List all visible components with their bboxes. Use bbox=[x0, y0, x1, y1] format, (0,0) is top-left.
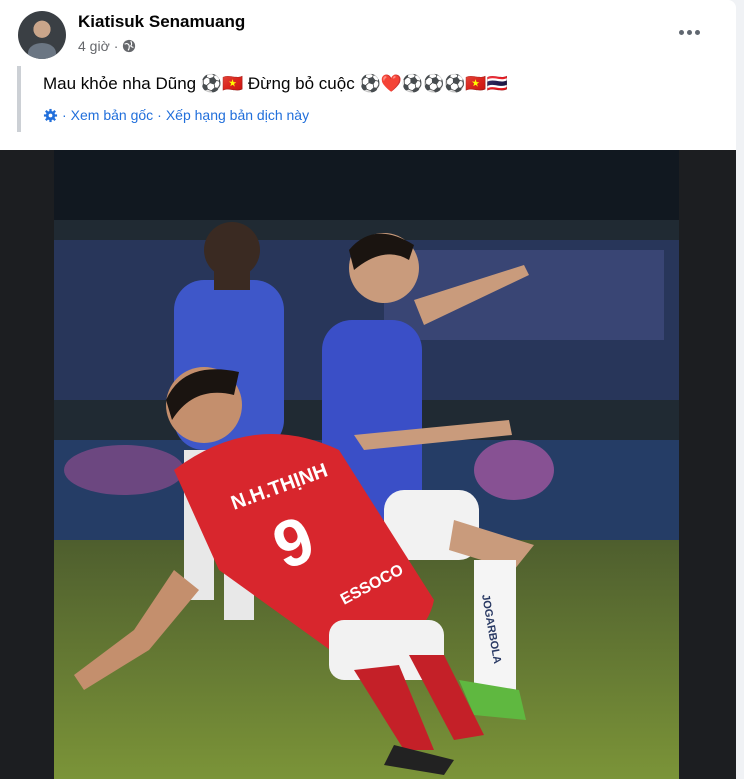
meta-separator: · bbox=[113, 38, 119, 54]
post-card: Kiatisuk Senamuang 4 giờ · Mau khỏe nha … bbox=[0, 0, 736, 779]
post-text: Mau khỏe nha Dũng ⚽🇻🇳 Đừng bỏ cuộc ⚽❤️⚽⚽… bbox=[43, 74, 508, 93]
translation-links: · Xem bản gốc · Xếp hạng bản dịch này bbox=[43, 107, 309, 123]
translation-quote-bar bbox=[17, 66, 21, 132]
photo-container[interactable]: N.H.THỊNH 9 ESSOCO JOGARBOLA bbox=[0, 150, 736, 779]
author-avatar[interactable] bbox=[18, 11, 66, 59]
post-photo[interactable]: N.H.THỊNH 9 ESSOCO JOGARBOLA bbox=[54, 150, 679, 779]
author-name[interactable]: Kiatisuk Senamuang bbox=[78, 12, 245, 32]
separator-dot: · bbox=[157, 107, 162, 123]
post-time[interactable]: 4 giờ bbox=[78, 38, 110, 54]
see-original-link[interactable]: Xem bản gốc bbox=[71, 107, 154, 123]
translate-settings-icon[interactable] bbox=[43, 108, 58, 123]
globe-icon[interactable] bbox=[122, 39, 136, 53]
post-meta: 4 giờ · bbox=[78, 38, 136, 54]
separator-dot: · bbox=[62, 107, 67, 123]
rate-translation-link[interactable]: Xếp hạng bản dịch này bbox=[166, 107, 309, 123]
more-options-icon[interactable] bbox=[674, 22, 704, 42]
